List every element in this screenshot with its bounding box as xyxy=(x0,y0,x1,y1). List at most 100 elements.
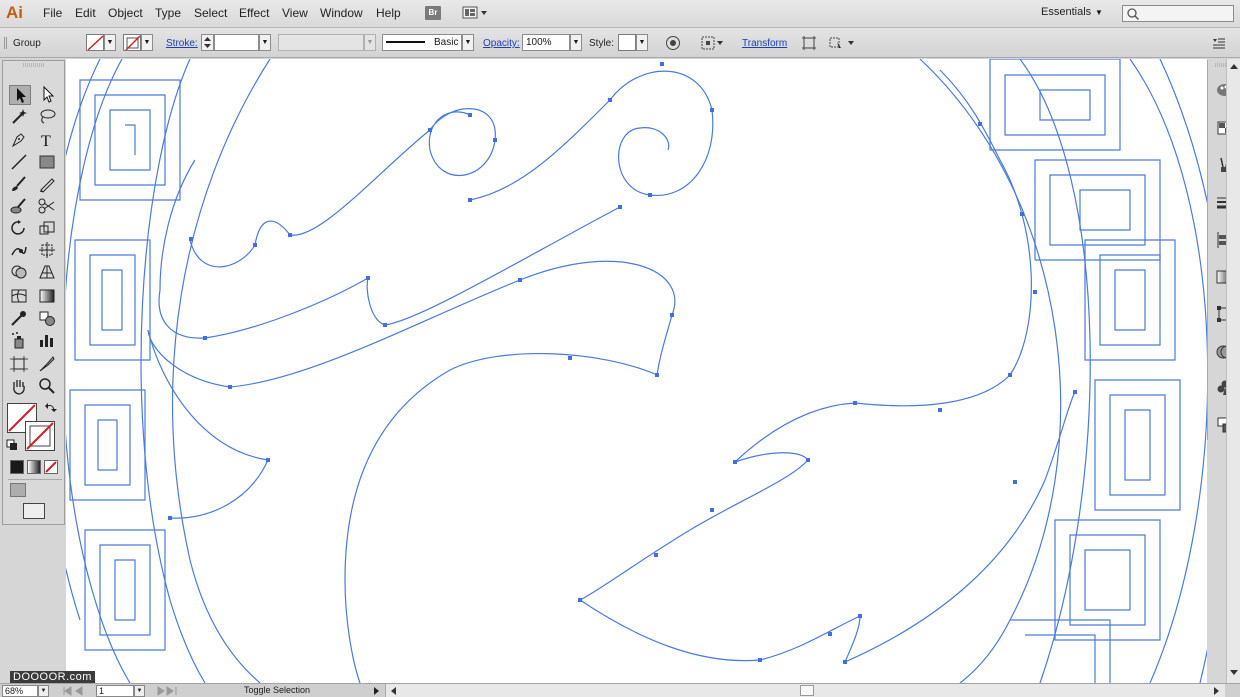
rotate-tool[interactable] xyxy=(9,219,31,239)
variable-width-profile[interactable] xyxy=(278,34,364,51)
blend-tool[interactable] xyxy=(37,309,59,329)
brush-definition[interactable]: Basic xyxy=(382,34,462,51)
default-fill-stroke-icon[interactable] xyxy=(6,439,18,451)
blob-brush-tool[interactable] xyxy=(9,197,31,217)
artboard-next-last-icon[interactable] xyxy=(150,686,180,696)
search-input[interactable] xyxy=(1122,5,1234,22)
vertical-scrollbar[interactable] xyxy=(1226,59,1240,683)
status-menu-arrow-icon[interactable] xyxy=(372,686,380,696)
recolor-artwork-icon[interactable] xyxy=(665,35,681,51)
none-button[interactable] xyxy=(44,460,58,474)
magic-wand-tool[interactable] xyxy=(9,107,31,127)
zoom-tool[interactable] xyxy=(37,377,59,397)
perspective-grid-tool[interactable] xyxy=(37,263,59,283)
artboard-tool[interactable] xyxy=(9,355,31,375)
zoom-field[interactable]: 68% xyxy=(2,685,38,697)
scroll-down-icon[interactable] xyxy=(1228,667,1240,677)
scale-tool[interactable] xyxy=(37,219,59,239)
chevron-down-icon[interactable]: ▼ xyxy=(1095,8,1103,17)
menu-select[interactable]: Select xyxy=(194,6,227,20)
isolate-group-icon[interactable] xyxy=(801,35,817,51)
stroke-weight-dropdown[interactable]: ▼ xyxy=(259,34,271,51)
rectangle-tool[interactable] xyxy=(37,153,59,173)
slice-tool[interactable] xyxy=(37,355,59,375)
hand-tool[interactable] xyxy=(9,377,31,397)
paintbrush-tool[interactable] xyxy=(9,175,31,195)
symbol-sprayer-tool[interactable] xyxy=(9,331,31,351)
stroke-dropdown[interactable]: ▼ xyxy=(141,34,153,51)
mesh-tool[interactable] xyxy=(9,287,31,307)
pencil-tool[interactable] xyxy=(37,175,59,195)
opacity-panel-link[interactable]: Opacity: xyxy=(483,38,520,49)
pen-tool[interactable] xyxy=(9,131,31,151)
stroke-weight-stepper[interactable] xyxy=(201,34,214,51)
draw-inside-button[interactable] xyxy=(46,483,62,497)
stroke-panel-link[interactable]: Stroke: xyxy=(166,38,198,49)
menu-window[interactable]: Window xyxy=(320,6,363,20)
scissors-tool[interactable] xyxy=(37,197,59,217)
shape-builder-tool[interactable] xyxy=(9,263,31,283)
menu-type[interactable]: Type xyxy=(155,6,181,20)
warp-tool[interactable] xyxy=(9,241,31,261)
status-mode-label: Toggle Selection xyxy=(244,685,311,695)
workspace-switcher[interactable]: Essentials xyxy=(1041,6,1091,18)
scroll-thumb[interactable] xyxy=(800,685,814,696)
warp-icon xyxy=(11,246,27,256)
change-screen-mode-button[interactable] xyxy=(23,503,45,519)
menu-file[interactable]: File xyxy=(43,6,62,20)
color-button[interactable] xyxy=(10,460,24,474)
gradient-button[interactable] xyxy=(27,460,41,474)
brush-dropdown[interactable]: ▼ xyxy=(462,34,474,51)
artboard-canvas[interactable] xyxy=(66,59,1207,683)
eyedropper-tool[interactable] xyxy=(9,309,31,329)
tail-feather xyxy=(578,391,1076,664)
swap-fill-stroke-icon[interactable] xyxy=(45,402,57,414)
gradient-tool[interactable] xyxy=(37,287,59,307)
align-to-icon[interactable] xyxy=(700,35,726,51)
scroll-right-icon[interactable] xyxy=(1212,686,1222,696)
scroll-up-icon[interactable] xyxy=(1228,61,1240,71)
scale-icon xyxy=(39,221,55,235)
meander-block xyxy=(989,59,1121,151)
meander-block xyxy=(74,239,151,361)
artboard-first-prev-icon[interactable] xyxy=(62,686,92,696)
fill-swatch[interactable] xyxy=(86,34,104,51)
stroke-swatch[interactable] xyxy=(123,34,141,51)
horizontal-scrollbar[interactable] xyxy=(385,684,1225,697)
stroke-none-icon xyxy=(125,35,140,50)
variable-width-dropdown[interactable]: ▼ xyxy=(364,34,376,51)
draw-behind-button[interactable] xyxy=(28,483,44,497)
direct-selection-tool[interactable] xyxy=(37,85,59,105)
menu-object[interactable]: Object xyxy=(108,6,143,20)
bridge-button[interactable]: Br xyxy=(425,6,441,20)
free-transform-icon xyxy=(39,242,55,258)
graphic-style-dropdown[interactable]: ▼ xyxy=(636,34,648,51)
line-segment-tool[interactable] xyxy=(9,153,31,173)
scroll-left-icon[interactable] xyxy=(388,686,398,696)
panel-menu-icon[interactable] xyxy=(1210,36,1226,50)
artboard-number-field[interactable]: 1 xyxy=(96,685,134,697)
select-similar-icon[interactable] xyxy=(828,35,856,51)
meander-block xyxy=(1034,159,1161,261)
type-tool[interactable]: T xyxy=(37,131,59,151)
transform-panel-link[interactable]: Transform xyxy=(742,38,787,49)
zoom-dropdown[interactable]: ▼ xyxy=(38,685,49,697)
arrange-documents-button[interactable] xyxy=(462,5,488,21)
vector-artwork[interactable] xyxy=(66,59,1207,683)
opacity-dropdown[interactable]: ▼ xyxy=(570,34,582,51)
graphic-style-swatch[interactable] xyxy=(618,34,636,51)
artboard-dropdown[interactable]: ▼ xyxy=(134,685,145,697)
fill-dropdown[interactable]: ▼ xyxy=(104,34,116,51)
opacity-field[interactable]: 100% xyxy=(522,34,570,51)
menu-help[interactable]: Help xyxy=(376,6,401,20)
draw-normal-button[interactable] xyxy=(10,483,26,497)
lasso-tool[interactable] xyxy=(37,107,59,127)
stroke-weight-field[interactable] xyxy=(214,34,259,51)
stroke-color-box[interactable] xyxy=(25,421,55,451)
column-graph-tool[interactable] xyxy=(37,331,59,351)
free-transform-tool[interactable] xyxy=(37,241,59,261)
menu-edit[interactable]: Edit xyxy=(75,6,96,20)
menu-effect[interactable]: Effect xyxy=(239,6,269,20)
menu-view[interactable]: View xyxy=(282,6,308,20)
selection-tool[interactable] xyxy=(9,85,31,105)
